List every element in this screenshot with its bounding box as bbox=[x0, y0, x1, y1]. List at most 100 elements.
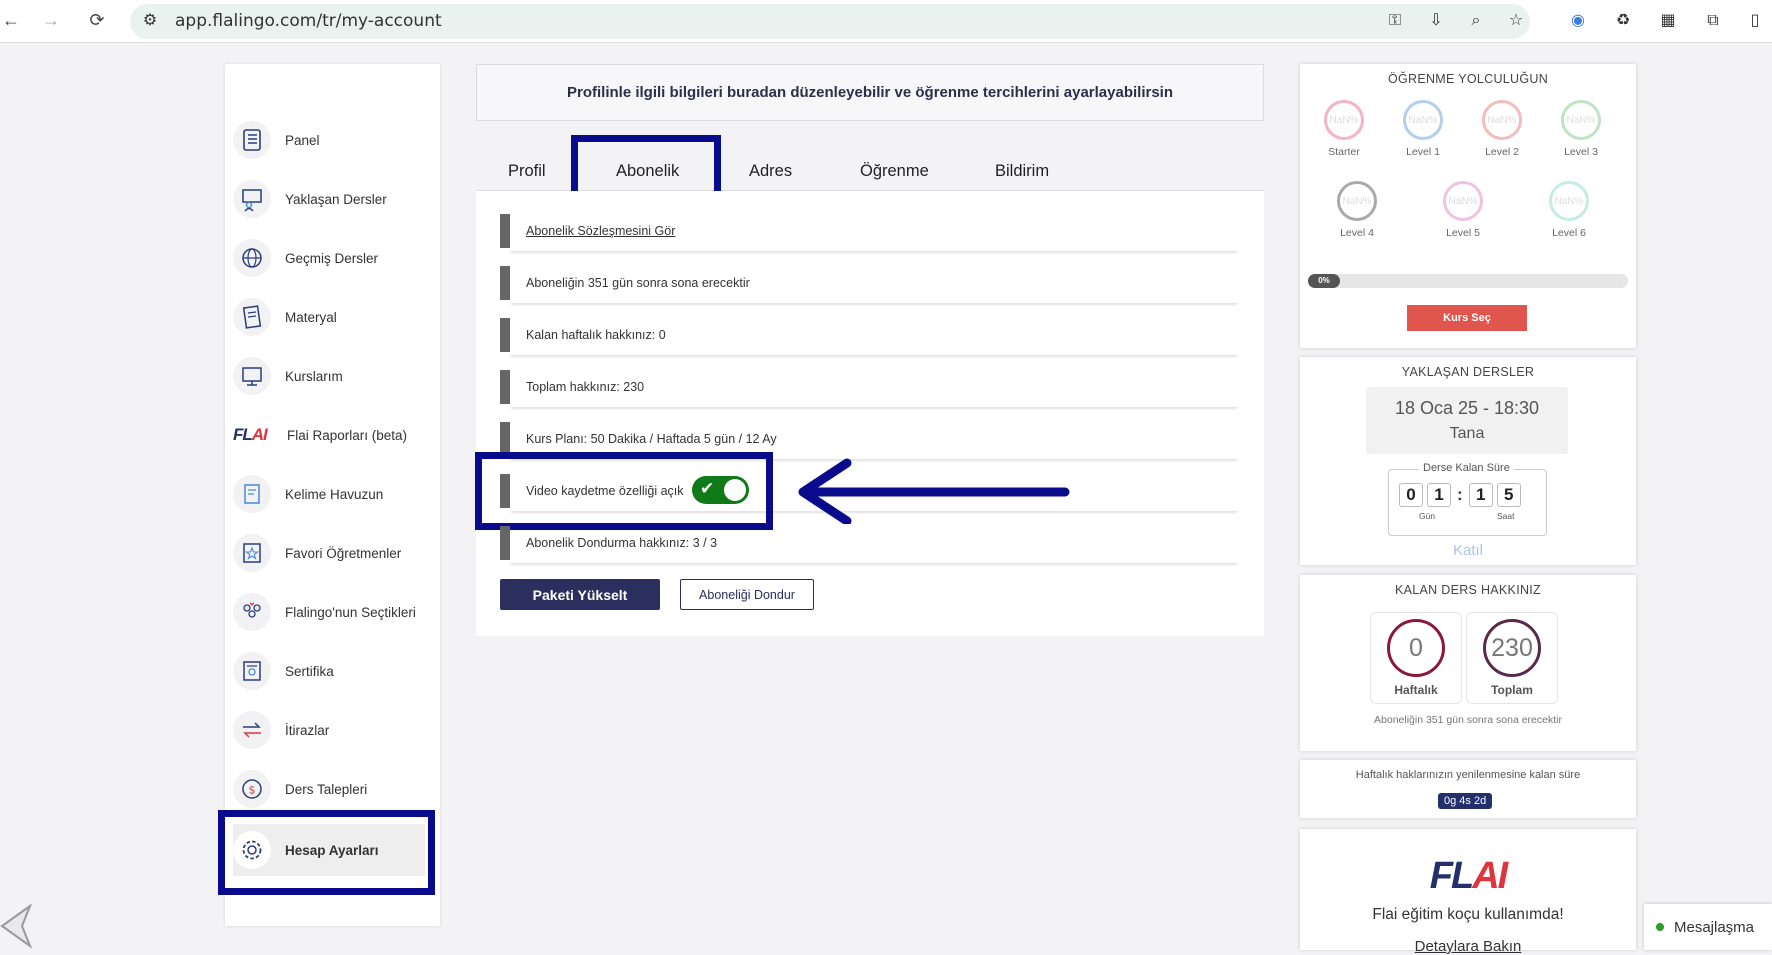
tab-bildirim[interactable]: Bildirim bbox=[995, 162, 1049, 181]
extensions-puzzle-icon[interactable]: ⧉ bbox=[1703, 11, 1723, 31]
sidebar-item-label: Kurslarım bbox=[285, 368, 343, 384]
level-4: NaN% Level 4 bbox=[1327, 181, 1387, 239]
sidebar-item-ders-talepleri[interactable]: $ Ders Talepleri bbox=[233, 765, 433, 813]
sidebar-item-label: Hesap Ayarları bbox=[285, 842, 379, 858]
certificate-icon bbox=[233, 652, 271, 690]
level-label: Level 2 bbox=[1485, 146, 1519, 158]
messaging-button[interactable]: Mesajlaşma bbox=[1644, 904, 1772, 950]
reload-icon[interactable]: ⟳ bbox=[86, 9, 108, 31]
level-3: NaN% Level 3 bbox=[1551, 100, 1611, 158]
level-6: NaN% Level 6 bbox=[1539, 181, 1599, 239]
weekly-ring: 0 bbox=[1387, 619, 1445, 677]
tab-profil[interactable]: Profil bbox=[508, 162, 546, 181]
sidebar-item-label: Sertifika bbox=[285, 663, 334, 679]
freeze-subscription-button[interactable]: Aboneliği Dondur bbox=[680, 579, 814, 610]
cursor-icon bbox=[0, 904, 32, 949]
svg-text:$: $ bbox=[249, 784, 256, 797]
subscription-row: Kurs Planı: 50 Dakika / Haftada 5 gün / … bbox=[500, 422, 1238, 456]
back-icon[interactable]: ← bbox=[0, 9, 22, 31]
total-remaining: 230 Toplam bbox=[1466, 612, 1558, 704]
sidebar-item-flalingo-sectikleri[interactable]: Flalingo'nun Seçtikleri bbox=[233, 588, 433, 636]
browser-toolbar: ← → ⟳ ⚙ app.flalingo.com/tr/my-account ⚿… bbox=[0, 0, 1772, 43]
row-text: Abonelik Dondurma hakkınız: 3 / 3 bbox=[526, 536, 718, 550]
contract-link[interactable]: Abonelik Sözleşmesini Gör bbox=[526, 224, 675, 238]
install-icon[interactable]: ⇩ bbox=[1426, 11, 1446, 31]
row-marker bbox=[500, 422, 510, 456]
upgrade-package-button[interactable]: Paketi Yükselt bbox=[500, 579, 660, 610]
zoom-icon[interactable]: ⌕ bbox=[1466, 11, 1486, 31]
qr-code-icon[interactable]: ▦ bbox=[1658, 11, 1678, 31]
countdown-box: Derse Kalan Süre 0 1 : 1 5 Gün Saat bbox=[1388, 462, 1547, 536]
list-icon bbox=[233, 121, 271, 159]
row-text: Kalan haftalık hakkınız: 0 bbox=[526, 328, 666, 342]
bookmark-star-icon[interactable]: ☆ bbox=[1506, 11, 1526, 31]
sidebar-item-yaklasan-dersler[interactable]: Yaklaşan Dersler bbox=[233, 175, 433, 223]
sidebar-item-gecmis-dersler[interactable]: Geçmiş Dersler bbox=[233, 234, 433, 282]
select-course-button[interactable]: Kurs Seç bbox=[1407, 305, 1527, 331]
flai-text: Flai eğitim koçu kullanımda! bbox=[1372, 906, 1564, 923]
level-ring: NaN% bbox=[1443, 181, 1483, 221]
lesson-datetime: 18 Oca 25 - 18:30 bbox=[1394, 398, 1540, 418]
site-settings-icon[interactable]: ⚙ bbox=[140, 11, 160, 31]
tab-abonelik[interactable]: Abonelik bbox=[616, 162, 679, 181]
level-ring: NaN% bbox=[1549, 181, 1589, 221]
tab-adres[interactable]: Adres bbox=[749, 162, 792, 181]
progress-value: 0% bbox=[1308, 274, 1340, 288]
key-icon[interactable]: ⚿ bbox=[1385, 11, 1405, 31]
sidebar-item-label: Flai Raporları (beta) bbox=[287, 427, 408, 443]
people-icon bbox=[233, 593, 271, 631]
sidebar-item-flai-raporlari[interactable]: FLAI Flai Raporları (beta) bbox=[233, 411, 433, 459]
video-recording-toggle[interactable]: ✔ bbox=[692, 476, 749, 504]
renewal-card: Haftalık haklarınızın yenilenmesine kala… bbox=[1300, 760, 1636, 818]
subscription-row: Kalan haftalık hakkınız: 0 bbox=[500, 318, 1238, 352]
subscription-row: Toplam hakkınız: 230 bbox=[500, 370, 1238, 404]
row-marker bbox=[500, 318, 510, 352]
card-title: ÖĞRENME YOLCULUĞUN bbox=[1387, 72, 1549, 86]
extension-icon[interactable]: ◉ bbox=[1568, 11, 1588, 31]
level-label: Level 3 bbox=[1564, 146, 1598, 158]
sidebar-item-panel[interactable]: Panel bbox=[233, 116, 433, 164]
row-marker bbox=[500, 266, 510, 300]
sidebar-item-label: Ders Talepleri bbox=[285, 781, 368, 797]
day-digit: 1 bbox=[1427, 483, 1451, 507]
notebook-icon bbox=[233, 475, 271, 513]
level-ring: NaN% bbox=[1561, 100, 1601, 140]
level-ring: NaN% bbox=[1403, 100, 1443, 140]
sidebar-item-label: Yaklaşan Dersler bbox=[285, 191, 387, 207]
sidebar-item-sertifika[interactable]: Sertifika bbox=[233, 647, 433, 695]
lesson-info-box: 18 Oca 25 - 18:30 Tana bbox=[1366, 387, 1568, 454]
sidebar-item-kelime-havuzun[interactable]: Kelime Havuzun bbox=[233, 470, 433, 518]
join-button[interactable]: Katıl bbox=[1300, 542, 1636, 559]
flai-details-link[interactable]: Detaylara Bakın bbox=[1300, 938, 1636, 955]
sidebar-item-label: Geçmiş Dersler bbox=[285, 250, 379, 266]
money-icon: $ bbox=[233, 770, 271, 808]
recycle-extension-icon[interactable]: ♻ bbox=[1613, 11, 1633, 31]
total-label: Toplam bbox=[1491, 683, 1533, 697]
flai-card: FLAI Flai eğitim koçu kullanımda! Detayl… bbox=[1300, 829, 1636, 955]
row-value: 230 bbox=[623, 380, 645, 394]
remaining-lessons-card: KALAN DERS HAKKINIZ 0 Haftalık 230 Topla… bbox=[1300, 575, 1636, 751]
countdown-digits: 0 1 : 1 5 bbox=[1399, 483, 1521, 507]
sidebar-item-materyal[interactable]: Materyal bbox=[233, 293, 433, 341]
tab-ogrenme[interactable]: Öğrenme bbox=[860, 162, 929, 181]
card-title: KALAN DERS HAKKINIZ bbox=[1394, 583, 1541, 597]
sidebar-item-hesap-ayarlari[interactable]: Hesap Ayarları bbox=[233, 824, 425, 876]
learning-journey-card: ÖĞRENME YOLCULUĞUN NaN% Starter NaN% Level… bbox=[1300, 64, 1636, 348]
sidebar-item-label: Materyal bbox=[285, 309, 337, 325]
level-ring: NaN% bbox=[1482, 100, 1522, 140]
sidepanel-icon[interactable]: ▯ bbox=[1745, 11, 1765, 31]
sidebar-item-label: Flalingo'nun Seçtikleri bbox=[285, 604, 416, 620]
subscription-row[interactable]: Abonelik Sözleşmesini Gör bbox=[500, 214, 1238, 248]
colon-separator: : bbox=[1457, 485, 1463, 504]
countdown-label: Derse Kalan Süre bbox=[1419, 462, 1514, 474]
days-label: Gün bbox=[1419, 511, 1436, 521]
toggle-knob bbox=[724, 479, 746, 501]
forward-icon[interactable]: → bbox=[40, 9, 62, 31]
sidebar-item-kurslarim[interactable]: Kurslarım bbox=[233, 352, 433, 400]
globe-icon bbox=[233, 239, 271, 277]
sidebar-item-favori-ogretmenler[interactable]: Favori Öğretmenler bbox=[233, 529, 433, 577]
url-text[interactable]: app.flalingo.com/tr/my-account bbox=[175, 11, 442, 31]
journey-progress-bar: 0% bbox=[1308, 274, 1628, 288]
sidebar-item-label: İtirazlar bbox=[285, 722, 330, 738]
sidebar-item-itirazlar[interactable]: İtirazlar bbox=[233, 706, 433, 754]
